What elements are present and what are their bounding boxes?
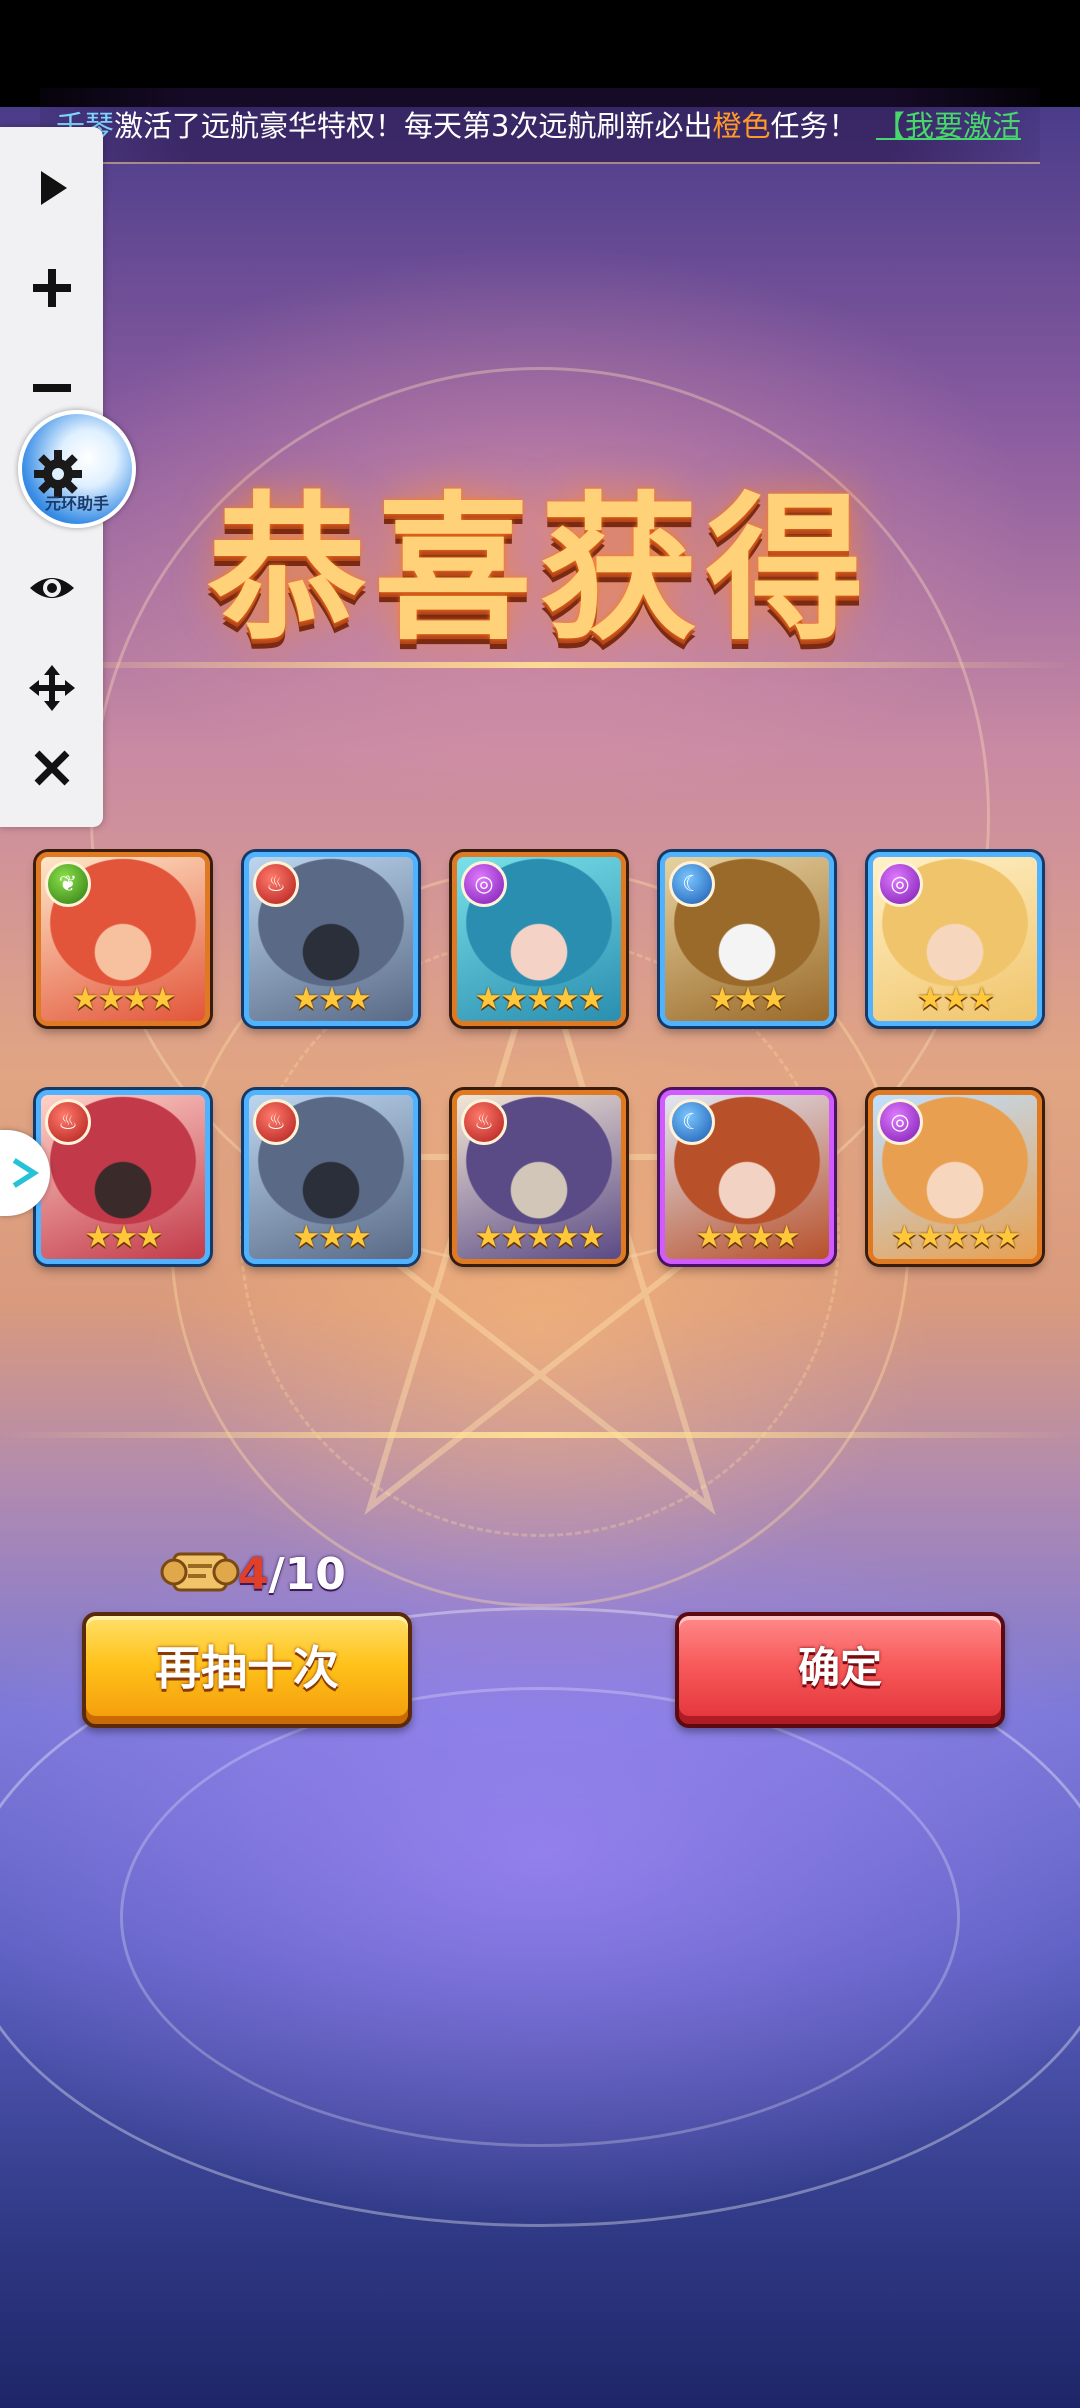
- hero-card[interactable]: ☾ ★★★: [660, 852, 834, 1026]
- play-icon: [40, 171, 67, 205]
- ticket-total: /10: [268, 1549, 346, 1600]
- hero-star-rating: ★★★: [84, 1219, 163, 1255]
- eye-icon: [29, 578, 74, 598]
- wave-faction-icon: ☾: [669, 861, 715, 907]
- close-icon: [34, 750, 69, 786]
- flame-faction-icon: ♨: [253, 861, 299, 907]
- congratulations-title: 恭喜获得: [208, 478, 872, 662]
- announcement-highlight: 橙色: [712, 109, 771, 143]
- summon-ticket-count: 4/10: [238, 1547, 346, 1603]
- hero-star-rating: ★★★★★: [474, 981, 606, 1017]
- ticket-current: 4: [238, 1549, 269, 1600]
- move-button[interactable]: [0, 643, 103, 733]
- hero-reward-grid: ❦ ★★★★ ♨ ★★★ ◎ ★★★★★ ☾ ★★★ ◎ ★★★ ♨ ★★★ ♨ ★★★ ♨ ★★★★★ ☾ ★★…: [36, 852, 1044, 1372]
- wave-faction-icon: ☾: [669, 1099, 715, 1145]
- zoom-in-icon: [32, 269, 71, 307]
- hero-star-rating: ★★★★: [695, 1219, 800, 1255]
- hero-star-rating: ★★★: [292, 981, 371, 1017]
- hero-card[interactable]: ◎ ★★★★★: [868, 1090, 1042, 1264]
- hero-card[interactable]: ☾ ★★★★: [660, 1090, 834, 1264]
- hero-star-rating: ★★★★★: [890, 1219, 1022, 1255]
- hero-star-rating: ★★★★★: [474, 1219, 606, 1255]
- close-toolbar-button[interactable]: [0, 723, 103, 813]
- hero-star-rating: ★★★: [916, 981, 995, 1017]
- redraw-ten-button[interactable]: 再抽十次: [82, 1612, 412, 1728]
- announcement-text-end: 任务！: [770, 109, 858, 143]
- hero-card[interactable]: ♨ ★★★★★: [452, 1090, 626, 1264]
- spiral-faction-icon: ◎: [461, 861, 507, 907]
- flame-faction-icon: ♨: [461, 1099, 507, 1145]
- hero-card[interactable]: ♨ ★★★: [36, 1090, 210, 1264]
- announcement-activate-link[interactable]: 【我要激活: [876, 109, 1021, 143]
- zoom-in-button[interactable]: [0, 243, 103, 333]
- scroll-ticket-icon: [160, 1552, 240, 1592]
- chevron-right-icon: [12, 1158, 40, 1188]
- eye-button[interactable]: [0, 543, 103, 633]
- play-button[interactable]: [0, 143, 103, 233]
- assistant-label: 元环助手: [44, 494, 109, 513]
- hero-card[interactable]: ♨ ★★★: [244, 852, 418, 1026]
- hero-card[interactable]: ♨ ★★★: [244, 1090, 418, 1264]
- assistant-button[interactable]: 元环助手: [18, 410, 136, 528]
- flame-faction-icon: ♨: [45, 1099, 91, 1145]
- magic-circle-floor-inner: [120, 1687, 960, 2147]
- announcement-marquee: 千琴激活了远航豪华特权！每天第3次远航刷新必出橙色任务！ 【我要激活: [40, 88, 1040, 164]
- spiral-faction-icon: ◎: [877, 861, 923, 907]
- hero-card[interactable]: ❦ ★★★★: [36, 852, 210, 1026]
- move-icon: [28, 665, 75, 711]
- leaf-faction-icon: ❦: [45, 861, 91, 907]
- hero-star-rating: ★★★★: [71, 981, 176, 1017]
- spiral-faction-icon: ◎: [877, 1099, 923, 1145]
- zoom-out-icon: [32, 384, 71, 392]
- hero-star-rating: ★★★: [708, 981, 787, 1017]
- hero-star-rating: ★★★: [292, 1219, 371, 1255]
- hero-card[interactable]: ◎ ★★★: [868, 852, 1042, 1026]
- flame-faction-icon: ♨: [253, 1099, 299, 1145]
- announcement-text: 激活了远航豪华特权！每天第3次远航刷新必出: [114, 109, 713, 143]
- hero-card[interactable]: ◎ ★★★★★: [452, 852, 626, 1026]
- confirm-button[interactable]: 确定: [675, 1612, 1005, 1728]
- bottom-light-band: [0, 1432, 1080, 1438]
